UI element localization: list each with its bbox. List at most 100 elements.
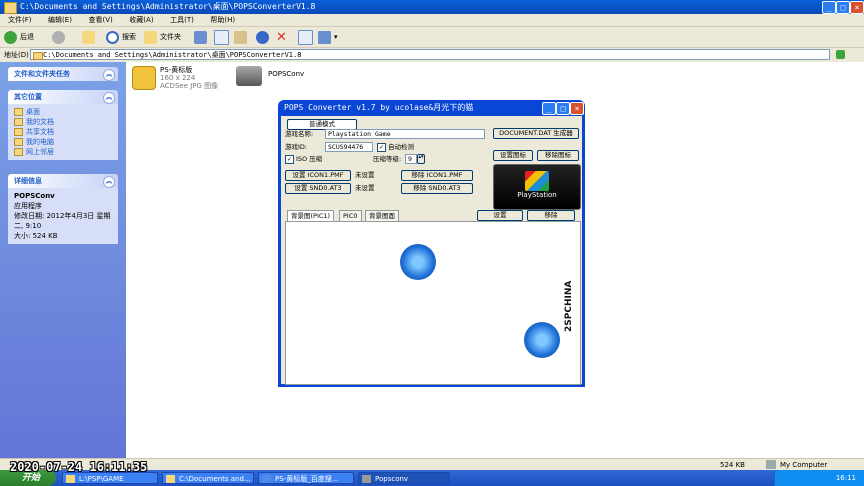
details-header[interactable]: 详细信息 ︽ bbox=[8, 174, 118, 188]
task-popsconv[interactable]: Popsconv bbox=[358, 472, 450, 484]
task-baidu-search[interactable]: PS-黄标版_百度搜... bbox=[258, 472, 354, 484]
menu-file[interactable]: 文件(F) bbox=[8, 14, 32, 26]
chevron-up-icon[interactable]: ︽ bbox=[103, 92, 115, 104]
folders-button[interactable]: 文件夹 bbox=[144, 29, 181, 45]
minimize-button[interactable]: _ bbox=[822, 1, 836, 14]
folder-icon bbox=[166, 475, 175, 483]
remove-icon1-pmf-button[interactable]: 移除 ICON1.PMF bbox=[401, 170, 473, 181]
menu-favorites[interactable]: 收藏(A) bbox=[129, 14, 153, 26]
copy-button[interactable] bbox=[214, 29, 232, 45]
undo-icon bbox=[256, 30, 269, 44]
chevron-up-icon[interactable]: ︽ bbox=[103, 176, 115, 188]
file-dimensions: 160 x 224 bbox=[160, 74, 196, 82]
image-set-button[interactable]: 设置 bbox=[477, 210, 523, 221]
address-input[interactable]: C:\Documents and Settings\Administrator\… bbox=[30, 49, 830, 60]
forward-button[interactable] bbox=[52, 29, 68, 45]
folder-icon bbox=[4, 2, 17, 14]
remove-icon-button[interactable]: 移除图标 bbox=[537, 150, 579, 161]
folder-icon bbox=[14, 128, 23, 136]
forward-arrow-icon bbox=[52, 30, 65, 44]
dialog-title-bar: POPS Converter v1.7 by ucolase&月光下的猫 _ □… bbox=[278, 100, 585, 116]
place-label: 我的文档 bbox=[26, 118, 54, 126]
compress-level-spinner[interactable]: ▴▾ bbox=[417, 154, 425, 164]
other-places-header[interactable]: 其它位置 ︽ bbox=[8, 90, 118, 104]
scissors-icon bbox=[194, 30, 207, 44]
properties-icon bbox=[298, 29, 313, 45]
maximize-button[interactable]: □ bbox=[836, 1, 850, 14]
game-id-input[interactable]: SCUS94476 bbox=[325, 142, 373, 152]
views-icon bbox=[318, 30, 331, 44]
folder-icon bbox=[66, 475, 75, 483]
up-folder-button[interactable] bbox=[82, 29, 98, 45]
auto-detect-checkbox[interactable]: ✓ 自动检测 bbox=[377, 142, 414, 152]
paste-button[interactable] bbox=[234, 29, 250, 45]
address-label: 地址(D) bbox=[4, 51, 29, 59]
icon1-status: 未设置 bbox=[355, 171, 375, 179]
remove-snd0-at3-button[interactable]: 移除 SND0.AT3 bbox=[401, 183, 473, 194]
undo-button[interactable] bbox=[256, 29, 272, 45]
checkbox-checked-icon: ✓ bbox=[377, 142, 386, 152]
menu-view[interactable]: 查看(V) bbox=[88, 14, 112, 26]
views-button[interactable]: ▾ bbox=[318, 29, 338, 45]
place-shared-documents[interactable]: 共享文档 bbox=[14, 127, 112, 137]
other-places-list: 桌面 我的文档 共享文档 我的电脑 网上邻居 bbox=[8, 104, 118, 160]
set-icon1-pmf-button[interactable]: 设置 ICON1.PMF bbox=[285, 170, 351, 181]
place-my-computer[interactable]: 我的电脑 bbox=[14, 137, 112, 147]
set-icon-button[interactable]: 设置图标 bbox=[493, 150, 533, 161]
chevron-up-icon[interactable]: ︽ bbox=[103, 69, 115, 81]
folder-icon bbox=[33, 52, 43, 60]
go-arrow-icon[interactable] bbox=[836, 50, 845, 59]
file-tasks-header[interactable]: 文件和文件夹任务 ︽ bbox=[8, 67, 118, 81]
properties-button[interactable] bbox=[298, 29, 316, 45]
up-folder-icon bbox=[82, 30, 95, 44]
file-tasks-panel: 文件和文件夹任务 ︽ bbox=[8, 67, 118, 81]
app-icon bbox=[362, 475, 371, 483]
menu-tools[interactable]: 工具(T) bbox=[170, 14, 194, 26]
chevron-down-icon: ▾ bbox=[334, 33, 338, 41]
iso-compress-checkbox[interactable]: ✓ ISO 压缩 bbox=[285, 154, 322, 164]
back-label: 后退 bbox=[20, 33, 34, 41]
file-name: PS-黄标版 bbox=[160, 66, 193, 74]
file-type: ACDSee JPG 图像 bbox=[160, 82, 219, 90]
clock[interactable]: 16:11 bbox=[836, 474, 856, 482]
other-places-panel: 其它位置 ︽ 桌面 我的文档 共享文档 我的电脑 网上邻居 bbox=[8, 90, 118, 160]
place-my-documents[interactable]: 我的文档 bbox=[14, 117, 112, 127]
compress-level-input[interactable]: 9 bbox=[405, 154, 417, 164]
details-size: 大小: 524 KB bbox=[14, 232, 58, 240]
playstation-logo: PlayStation bbox=[493, 164, 581, 210]
delete-x-icon: ✕ bbox=[276, 29, 287, 45]
game-name-input[interactable]: Playstation Game bbox=[325, 129, 485, 139]
dialog-maximize-button[interactable]: □ bbox=[556, 102, 570, 115]
set-snd0-at3-button[interactable]: 设置 SND0.AT3 bbox=[285, 183, 351, 194]
details-type: 应用程序 bbox=[14, 202, 42, 210]
task-label: PS-黄标版_百度搜... bbox=[275, 475, 339, 483]
place-label: 网上邻居 bbox=[26, 148, 54, 156]
dialog-minimize-button[interactable]: _ bbox=[542, 102, 556, 115]
address-value: C:\Documents and Settings\Administrator\… bbox=[43, 51, 302, 59]
document-dat-generator-button[interactable]: DOCUMENT.DAT 生成器 bbox=[493, 128, 579, 139]
task-documents[interactable]: C:\Documents and... bbox=[162, 472, 254, 484]
image-remove-button[interactable]: 移除 bbox=[527, 210, 575, 221]
computer-icon bbox=[14, 138, 23, 146]
pops-converter-dialog: POPS Converter v1.7 by ucolase&月光下的猫 _ □… bbox=[278, 100, 585, 387]
psx-console-icon bbox=[236, 66, 262, 86]
snd0-status: 未设置 bbox=[355, 184, 375, 192]
other-places-title: 其它位置 bbox=[14, 93, 42, 101]
folder-icon bbox=[14, 118, 23, 126]
image-preview: 2SPCHINA bbox=[285, 221, 581, 385]
search-button[interactable]: 搜索 bbox=[106, 29, 136, 45]
menu-edit[interactable]: 编辑(E) bbox=[48, 14, 72, 26]
cut-button[interactable] bbox=[194, 29, 210, 45]
place-network[interactable]: 网上邻居 bbox=[14, 147, 112, 157]
window-title: C:\Documents and Settings\Administrator\… bbox=[20, 2, 316, 11]
copy-icon bbox=[214, 29, 229, 45]
close-button[interactable]: × bbox=[850, 1, 864, 14]
acdsee-image-icon bbox=[132, 66, 156, 90]
place-desktop[interactable]: 桌面 bbox=[14, 107, 112, 117]
toolbar: 后退 搜索 文件夹 ✕ ▾ bbox=[0, 27, 864, 48]
delete-button[interactable]: ✕ bbox=[276, 29, 287, 45]
dialog-body: 普通模式 游戏名称: Playstation Game DOCUMENT.DAT… bbox=[281, 116, 582, 385]
menu-help[interactable]: 帮助(H) bbox=[210, 14, 235, 26]
dialog-close-button[interactable]: × bbox=[570, 102, 584, 115]
back-button[interactable]: 后退 bbox=[4, 29, 34, 45]
